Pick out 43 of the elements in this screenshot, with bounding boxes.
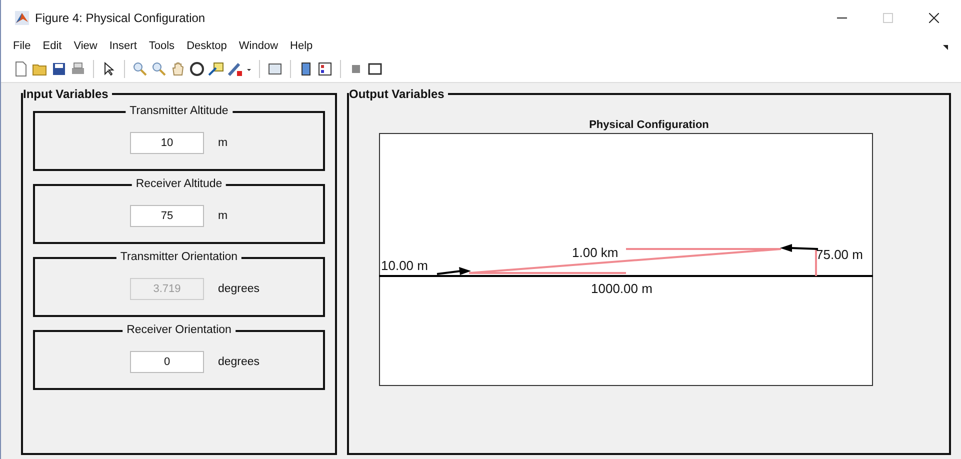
menu-item[interactable]: Desktop (180, 40, 233, 52)
height-label: 10.00 m (381, 258, 428, 273)
window-title: Figure 4: Physical Configuration (35, 11, 206, 25)
new-file-icon[interactable] (13, 61, 29, 77)
group-title: Receiver Orientation (122, 324, 236, 336)
save-icon[interactable] (51, 61, 67, 77)
close-icon[interactable] (929, 13, 939, 23)
show-tools-icon[interactable] (367, 61, 383, 77)
unit-label: m (218, 137, 228, 149)
dock-arrow-icon[interactable] (943, 44, 949, 50)
brush-icon[interactable] (227, 61, 243, 77)
arrow-icon (436, 267, 471, 275)
distance-label: 1.00 km (572, 245, 618, 260)
link-plot-icon[interactable] (267, 61, 283, 77)
group-title: Transmitter Orientation (116, 251, 242, 263)
unit-label: degrees (218, 283, 260, 295)
print-icon[interactable] (70, 61, 86, 77)
plot-title: Physical Configuration (589, 119, 709, 131)
menu-item[interactable]: View (68, 40, 104, 52)
height-label: 75.00 m (816, 247, 863, 262)
menu-item[interactable]: Edit (36, 40, 68, 52)
input-field[interactable]: 10 (130, 132, 204, 154)
panel-title: Input Variables (23, 87, 112, 101)
rotate-icon[interactable] (189, 61, 205, 77)
menu-item[interactable]: Insert (103, 40, 143, 52)
menu-item[interactable]: File (7, 40, 37, 52)
zoom-out-icon[interactable] (151, 61, 167, 77)
distance-label: 1000.00 m (591, 281, 652, 296)
unit-label: degrees (218, 356, 260, 368)
legend-icon[interactable] (317, 61, 333, 77)
data-cursor-icon[interactable] (208, 61, 224, 77)
arrow-icon (780, 244, 818, 252)
input-field[interactable]: 0 (130, 351, 204, 373)
unit-label: m (218, 210, 228, 222)
menu-item[interactable]: Tools (142, 40, 181, 52)
zoom-in-icon[interactable] (132, 61, 148, 77)
panel-title: Output Variables (349, 87, 448, 101)
group-title: Transmitter Altitude (126, 105, 232, 117)
menu-item[interactable]: Window (232, 40, 284, 52)
app-icon (15, 11, 29, 25)
group-title: Receiver Altitude (132, 178, 226, 190)
menu-item[interactable]: Help (284, 40, 319, 52)
input-field[interactable]: 75 (130, 205, 204, 227)
